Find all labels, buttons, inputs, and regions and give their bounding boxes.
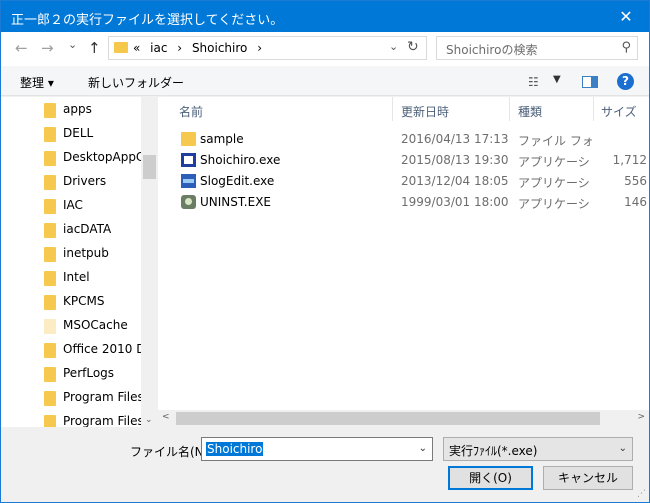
up-arrow-icon[interactable]: ↑ [88, 40, 101, 56]
help-icon[interactable]: ? [617, 73, 634, 90]
column-header-date[interactable]: 更新日時 [401, 103, 449, 120]
file-date: 2013/12/04 18:05 [401, 174, 509, 188]
file-type: アプリケーション [518, 197, 592, 211]
filename-input[interactable]: Shoichiro ⌄ [201, 437, 433, 461]
file-name: Shoichiro.exe [200, 153, 281, 167]
folder-icon [114, 42, 128, 53]
shoichiro-app-icon [181, 153, 196, 167]
file-type: ファイル フォルダー [518, 134, 592, 148]
search-input[interactable]: Shoichiroの検索 ⚲ [436, 36, 638, 60]
forward-arrow-icon[interactable]: → [41, 40, 54, 56]
file-date: 2015/08/13 19:30 [401, 153, 509, 167]
folder-icon [44, 391, 56, 406]
scrollbar-thumb[interactable] [176, 412, 600, 425]
file-type: アプリケーション [518, 155, 592, 169]
folder-icon [44, 367, 56, 382]
navigation-scrollbar[interactable]: ⌄ [141, 97, 158, 427]
scroll-down-icon[interactable]: ⌄ [145, 415, 153, 425]
file-date: 1999/03/01 18:00 [401, 195, 509, 209]
organize-button[interactable]: 整理 ▾ [20, 74, 54, 91]
close-icon[interactable]: ✕ [603, 1, 649, 32]
view-options-icon[interactable]: ☷ [528, 75, 539, 89]
navigation-pane: apps DELL DesktopAppC Drivers IAC iacDAT… [1, 97, 157, 427]
column-header-name[interactable]: 名前 [179, 103, 203, 120]
file-row-uninst-exe[interactable]: UNINST.EXE 1999/03/01 18:00 アプリケーション 146 [158, 192, 649, 213]
cancel-button[interactable]: キャンセル [543, 466, 633, 490]
address-dropdown-icon[interactable]: ⌄ [389, 40, 398, 53]
filename-value: Shoichiro [206, 442, 264, 456]
folder-icon [44, 343, 56, 358]
file-name: SlogEdit.exe [200, 174, 275, 188]
folder-icon [181, 132, 196, 146]
column-header-type[interactable]: 種類 [518, 103, 542, 120]
refresh-icon[interactable]: ↻ [407, 39, 419, 55]
column-divider[interactable] [392, 97, 393, 121]
folder-icon [44, 295, 56, 310]
column-divider[interactable] [509, 97, 510, 121]
search-icon[interactable]: ⚲ [621, 40, 631, 55]
breadcrumb: « iac › Shoichiro › [133, 41, 268, 55]
column-divider[interactable] [593, 97, 594, 121]
sort-caret-icon: ^ [546, 97, 554, 104]
folder-icon [44, 415, 56, 427]
breadcrumb-separator[interactable]: › [257, 41, 262, 55]
file-list: 名前 更新日時 種類 ^ サイズ sample 2016/04/13 17:13… [158, 97, 649, 427]
file-open-dialog: 正一郎２の実行ファイルを選択してください。 ✕ ← → ⌄ ↑ « iac › … [0, 0, 650, 503]
file-size: 1,712 [612, 153, 647, 167]
scrollbar-thumb[interactable] [143, 155, 156, 179]
filename-dropdown-icon[interactable]: ⌄ [419, 443, 427, 454]
command-toolbar: 整理 ▾ 新しいフォルダー ☷ ▼ ? [1, 66, 649, 96]
file-row-shoichiro-exe[interactable]: Shoichiro.exe 2015/08/13 19:30 アプリケーション … [158, 150, 649, 171]
dialog-footer: ファイル名(N): Shoichiro ⌄ 実行ﾌｧｲﾙ(*.exe) ⌄ 開く… [1, 427, 649, 502]
search-placeholder: Shoichiroの検索 [446, 43, 538, 57]
scroll-left-icon[interactable]: < [162, 412, 170, 422]
dialog-title: 正一郎２の実行ファイルを選択してください。 [11, 13, 284, 28]
folder-icon [44, 151, 56, 166]
folder-icon [44, 175, 56, 190]
scroll-right-icon[interactable]: > [637, 412, 645, 422]
title-bar[interactable]: 正一郎２の実行ファイルを選択してください。 ✕ [1, 1, 649, 32]
open-button[interactable]: 開く(O) [448, 466, 533, 490]
chevron-down-icon[interactable]: ⌄ [619, 443, 627, 454]
uninstall-app-icon [181, 195, 196, 209]
new-folder-button[interactable]: 新しいフォルダー [88, 74, 184, 91]
slogedit-app-icon [181, 174, 196, 188]
file-type: アプリケーション [518, 176, 592, 190]
file-date: 2016/04/13 17:13 [401, 132, 509, 146]
breadcrumb-overflow[interactable]: « [133, 41, 140, 55]
file-type-filter-select[interactable]: 実行ﾌｧｲﾙ(*.exe) ⌄ [443, 437, 633, 461]
back-arrow-icon[interactable]: ← [15, 40, 28, 56]
column-header-size[interactable]: サイズ [601, 103, 637, 120]
file-type-filter-value: 実行ﾌｧｲﾙ(*.exe) [449, 444, 538, 458]
file-name: UNINST.EXE [200, 195, 271, 209]
file-name: sample [200, 132, 244, 146]
breadcrumb-separator[interactable]: › [177, 41, 182, 55]
folder-icon [44, 199, 56, 214]
hidden-folder-icon [44, 319, 56, 334]
preview-pane-icon[interactable] [582, 76, 598, 88]
resize-grip-icon[interactable]: ⋰ [637, 489, 646, 499]
file-size: 556 [624, 174, 647, 188]
folder-icon [44, 247, 56, 262]
breadcrumb-item-iac[interactable]: iac [150, 41, 167, 55]
navigation-bar: ← → ⌄ ↑ « iac › Shoichiro › ⌄ ↻ Shoichir… [1, 32, 649, 66]
breadcrumb-item-shoichiro[interactable]: Shoichiro [192, 41, 247, 55]
file-list-horizontal-scrollbar[interactable]: < > [158, 410, 649, 427]
view-dropdown-icon[interactable]: ▼ [553, 74, 561, 85]
folder-icon [44, 271, 56, 286]
address-bar[interactable]: « iac › Shoichiro › ⌄ ↻ [108, 36, 427, 60]
file-size: 146 [624, 195, 647, 209]
folder-icon [44, 103, 56, 118]
folder-icon [44, 223, 56, 238]
folder-icon [44, 127, 56, 142]
file-row-slogedit-exe[interactable]: SlogEdit.exe 2013/12/04 18:05 アプリケーション 5… [158, 171, 649, 192]
file-row-sample[interactable]: sample 2016/04/13 17:13 ファイル フォルダー [158, 129, 649, 150]
recent-locations-chevron-icon[interactable]: ⌄ [68, 37, 77, 53]
